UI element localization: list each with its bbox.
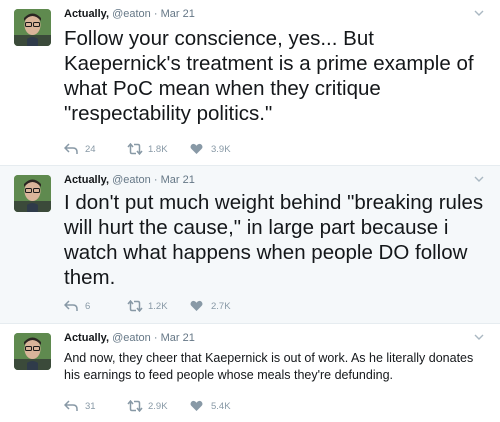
reply-count: 24 [85,143,96,155]
reply-icon [64,400,78,412]
avatar[interactable] [14,333,51,370]
tweet-header: Actually, @eaton · Mar 21 [64,8,195,21]
chevron-down-icon[interactable] [474,330,484,344]
tweet-text: Follow your conscience, yes... But Kaepe… [64,27,474,125]
tweet-header: Actually, @eaton · Mar 21 [64,332,195,345]
retweet-count: 2.9K [148,400,168,412]
heart-icon [190,400,204,412]
tweet[interactable]: Actually, @eaton · Mar 21 And now, they … [0,324,500,422]
chevron-down-icon[interactable] [474,6,484,20]
display-name[interactable]: Actually, [64,332,109,344]
retweet-icon [127,300,143,312]
separator-dot: · [153,174,158,186]
reply-count: 6 [85,300,91,312]
tweet-date[interactable]: Mar 21 [161,332,195,344]
tweet-header: Actually, @eaton · Mar 21 [64,174,195,187]
heart-icon [190,143,204,155]
tweet-actions: 31 2.9K 5.4K [64,399,253,413]
avatar[interactable] [14,9,51,46]
reply-count: 31 [85,400,96,412]
reply-button[interactable]: 6 [64,300,105,312]
tweet-date[interactable]: Mar 21 [161,174,195,186]
like-count: 2.7K [211,300,231,312]
separator-dot: · [153,332,158,344]
retweet-count: 1.8K [148,143,168,155]
retweet-icon [127,400,143,412]
tweet-actions: 24 1.8K 3.9K [64,142,253,156]
display-name[interactable]: Actually, [64,174,109,186]
chevron-down-icon[interactable] [474,172,484,186]
retweet-button[interactable]: 2.9K [127,400,168,412]
tweet-text: I don't put much weight behind "breaking… [64,191,484,289]
reply-icon [64,300,78,312]
like-count: 5.4K [211,400,231,412]
separator-dot: · [153,8,158,20]
retweet-icon [127,143,143,155]
user-handle[interactable]: @eaton [112,174,151,186]
tweet-actions: 6 1.2K 2.7K [64,299,253,313]
reply-icon [64,143,78,155]
like-button[interactable]: 3.9K [190,143,231,155]
retweet-button[interactable]: 1.8K [127,143,168,155]
user-handle[interactable]: @eaton [112,8,151,20]
reply-button[interactable]: 31 [64,400,105,412]
heart-icon [190,300,204,312]
user-handle[interactable]: @eaton [112,332,151,344]
retweet-count: 1.2K [148,300,168,312]
avatar[interactable] [14,175,51,212]
tweet-text: And now, they cheer that Kaepernick is o… [64,351,474,382]
reply-button[interactable]: 24 [64,143,105,155]
retweet-button[interactable]: 1.2K [127,300,168,312]
tweet[interactable]: Actually, @eaton · Mar 21 Follow your co… [0,0,500,166]
like-button[interactable]: 2.7K [190,300,231,312]
tweet[interactable]: Actually, @eaton · Mar 21 I don't put mu… [0,166,500,324]
display-name[interactable]: Actually, [64,8,109,20]
like-button[interactable]: 5.4K [190,400,231,412]
like-count: 3.9K [211,143,231,155]
tweet-date[interactable]: Mar 21 [161,8,195,20]
